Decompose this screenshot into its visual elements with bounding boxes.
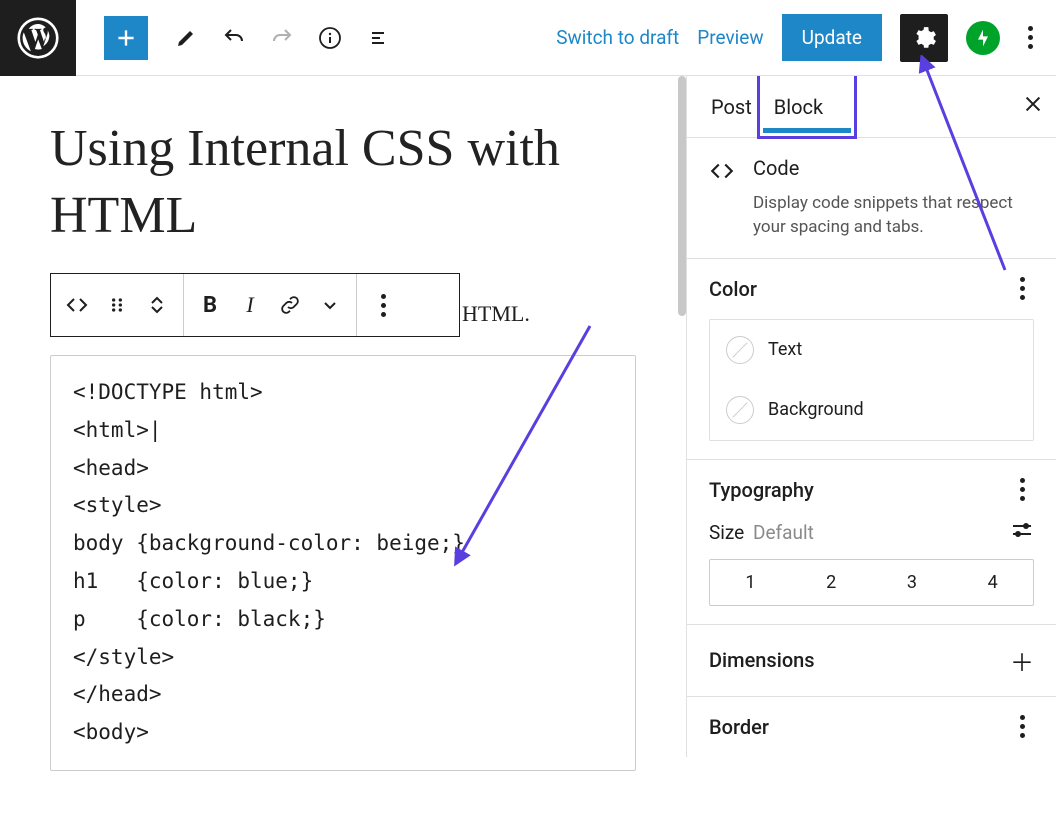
- border-options-icon[interactable]: [1010, 715, 1034, 738]
- more-options-button[interactable]: [1018, 26, 1042, 49]
- size-default-label: Default: [753, 521, 814, 544]
- list-view-icon[interactable]: [366, 26, 390, 50]
- jetpack-button[interactable]: [966, 21, 1000, 55]
- active-tab-underline: [763, 128, 851, 133]
- editor-canvas[interactable]: Using Internal CSS with HTML B I: [0, 76, 686, 814]
- block-toolbar: B I: [50, 273, 460, 337]
- info-icon[interactable]: [318, 26, 342, 50]
- top-toolbar-tools: [174, 26, 390, 50]
- add-block-button[interactable]: [104, 16, 148, 60]
- sidebar-tabs: Post Block: [687, 76, 1056, 138]
- size-preset-1[interactable]: 1: [710, 560, 791, 605]
- block-options-icon[interactable]: [371, 293, 395, 317]
- font-size-presets: 1 2 3 4: [709, 559, 1034, 606]
- link-icon[interactable]: [278, 293, 302, 317]
- edit-mode-icon[interactable]: [174, 26, 198, 50]
- size-label: Size: [709, 521, 744, 544]
- typography-title: Typography: [709, 478, 814, 502]
- color-background-label: Background: [768, 399, 864, 420]
- topbar-right-actions: Switch to draft Preview Update: [556, 14, 1056, 62]
- border-panel[interactable]: Border: [687, 697, 1056, 757]
- color-background-item[interactable]: Background: [710, 380, 1033, 440]
- tab-post[interactable]: Post: [711, 77, 764, 137]
- typography-options-icon[interactable]: [1010, 478, 1034, 501]
- size-preset-2[interactable]: 2: [791, 560, 872, 605]
- block-info-panel: Code Display code snippets that respect …: [687, 138, 1056, 259]
- border-title: Border: [709, 715, 769, 739]
- color-options-icon[interactable]: [1010, 277, 1034, 300]
- redo-icon[interactable]: [270, 26, 294, 50]
- inline-html-label: HTML.: [462, 301, 530, 327]
- editor-topbar: Switch to draft Preview Update: [0, 0, 1056, 76]
- dimensions-title: Dimensions: [709, 648, 815, 672]
- size-preset-3[interactable]: 3: [872, 560, 953, 605]
- drag-handle-icon[interactable]: [105, 293, 129, 317]
- move-up-down-icon[interactable]: [145, 293, 169, 317]
- scrollbar-indicator[interactable]: [678, 76, 686, 316]
- settings-button[interactable]: [900, 14, 948, 62]
- post-title[interactable]: Using Internal CSS with HTML: [50, 116, 636, 249]
- undo-icon[interactable]: [222, 26, 246, 50]
- color-panel: Color Text Background: [687, 259, 1056, 460]
- close-sidebar-button[interactable]: [1022, 93, 1044, 121]
- code-block[interactable]: <!DOCTYPE html> <html>| <head> <style> b…: [50, 355, 636, 771]
- update-button[interactable]: Update: [782, 14, 882, 61]
- switch-to-draft-link[interactable]: Switch to draft: [556, 26, 679, 49]
- empty-swatch-icon: [726, 336, 754, 364]
- color-title: Color: [709, 277, 757, 301]
- block-type-name: Code: [753, 156, 1034, 180]
- size-custom-toggle-icon[interactable]: [1010, 520, 1034, 545]
- wordpress-logo[interactable]: [0, 0, 76, 76]
- dimensions-panel[interactable]: Dimensions ＋: [687, 625, 1056, 697]
- color-text-item[interactable]: Text: [710, 320, 1033, 380]
- bold-icon[interactable]: B: [198, 293, 222, 317]
- typography-panel: Typography Size Default 1 2 3 4: [687, 460, 1056, 625]
- block-type-desc: Display code snippets that respect your …: [753, 192, 1034, 240]
- code-block-type-icon[interactable]: [65, 293, 89, 317]
- preview-link[interactable]: Preview: [697, 26, 763, 49]
- settings-sidebar: Post Block Code Display code snippets th…: [686, 76, 1056, 757]
- main-area: Using Internal CSS with HTML B I: [0, 76, 1056, 814]
- empty-swatch-icon: [726, 396, 754, 424]
- plus-icon[interactable]: ＋: [1010, 643, 1034, 678]
- italic-icon[interactable]: I: [238, 293, 262, 317]
- chevron-down-icon[interactable]: [318, 293, 342, 317]
- code-icon: [709, 156, 735, 188]
- color-text-label: Text: [768, 339, 802, 360]
- size-preset-4[interactable]: 4: [952, 560, 1033, 605]
